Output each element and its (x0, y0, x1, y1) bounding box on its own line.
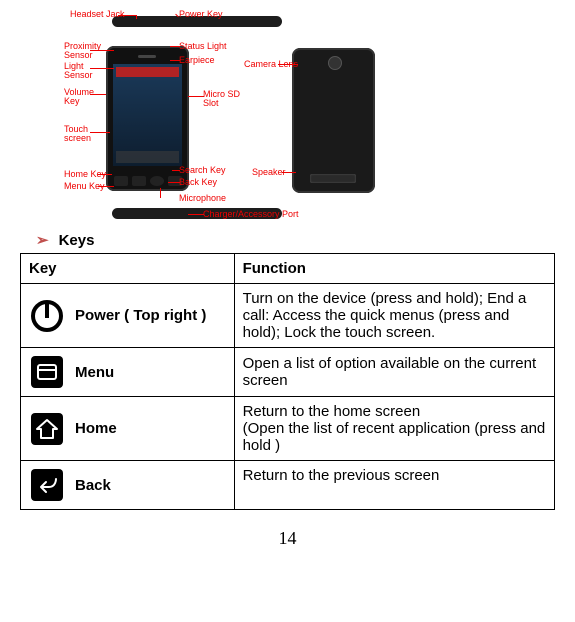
header-function: Function (234, 254, 554, 284)
label-status-light: Status Light (179, 42, 227, 51)
label-volume-key: Volume Key (64, 88, 94, 107)
back-icon (29, 467, 65, 503)
label-power-key: Power Key (179, 10, 223, 19)
key-label: Back (75, 477, 111, 494)
label-light-sensor: Light Sensor (64, 62, 93, 81)
label-speaker: Speaker (252, 168, 286, 177)
phone-diagram: Headset Jack Power Key Proximity Sensor … (20, 10, 555, 225)
menu-icon (29, 354, 65, 390)
label-back-key: Back Key (179, 178, 217, 187)
page-number: 14 (20, 528, 555, 549)
label-proximity-sensor: Proximity Sensor (64, 42, 101, 61)
label-microphone: Microphone (179, 194, 226, 203)
table-row: Home Return to the home screen (Open the… (21, 397, 555, 461)
table-row: Power ( Top right ) Turn on the device (… (21, 284, 555, 348)
label-earpiece: Earpiece (179, 56, 215, 65)
key-label: Menu (75, 364, 114, 381)
key-label: Power ( Top right ) (75, 307, 206, 324)
key-function: Turn on the device (press and hold); End… (234, 284, 554, 348)
section-title-text: Keys (59, 232, 95, 249)
label-touch-screen: Touch screen (64, 125, 91, 144)
phone-back-view (292, 48, 375, 193)
label-headset-jack: Headset Jack (70, 10, 125, 19)
table-row: Menu Open a list of option available on … (21, 348, 555, 397)
label-micro-sd-slot: Micro SD Slot (203, 90, 240, 109)
power-icon (29, 298, 65, 334)
key-function: Return to the previous screen (234, 461, 554, 510)
home-icon (29, 411, 65, 447)
section-heading-keys: ➢ Keys (36, 231, 555, 249)
keys-table: Key Function Power ( Top right ) Turn on… (20, 253, 555, 510)
label-charger-port: Charger/Accessory Port (203, 210, 299, 219)
bullet-marker: ➢ (36, 232, 49, 249)
key-function: Return to the home screen (Open the list… (234, 397, 554, 461)
table-row: Back Return to the previous screen (21, 461, 555, 510)
table-header-row: Key Function (21, 254, 555, 284)
key-label: Home (75, 420, 117, 437)
key-function: Open a list of option available on the c… (234, 348, 554, 397)
label-search-key: Search Key (179, 166, 226, 175)
header-key: Key (21, 254, 235, 284)
